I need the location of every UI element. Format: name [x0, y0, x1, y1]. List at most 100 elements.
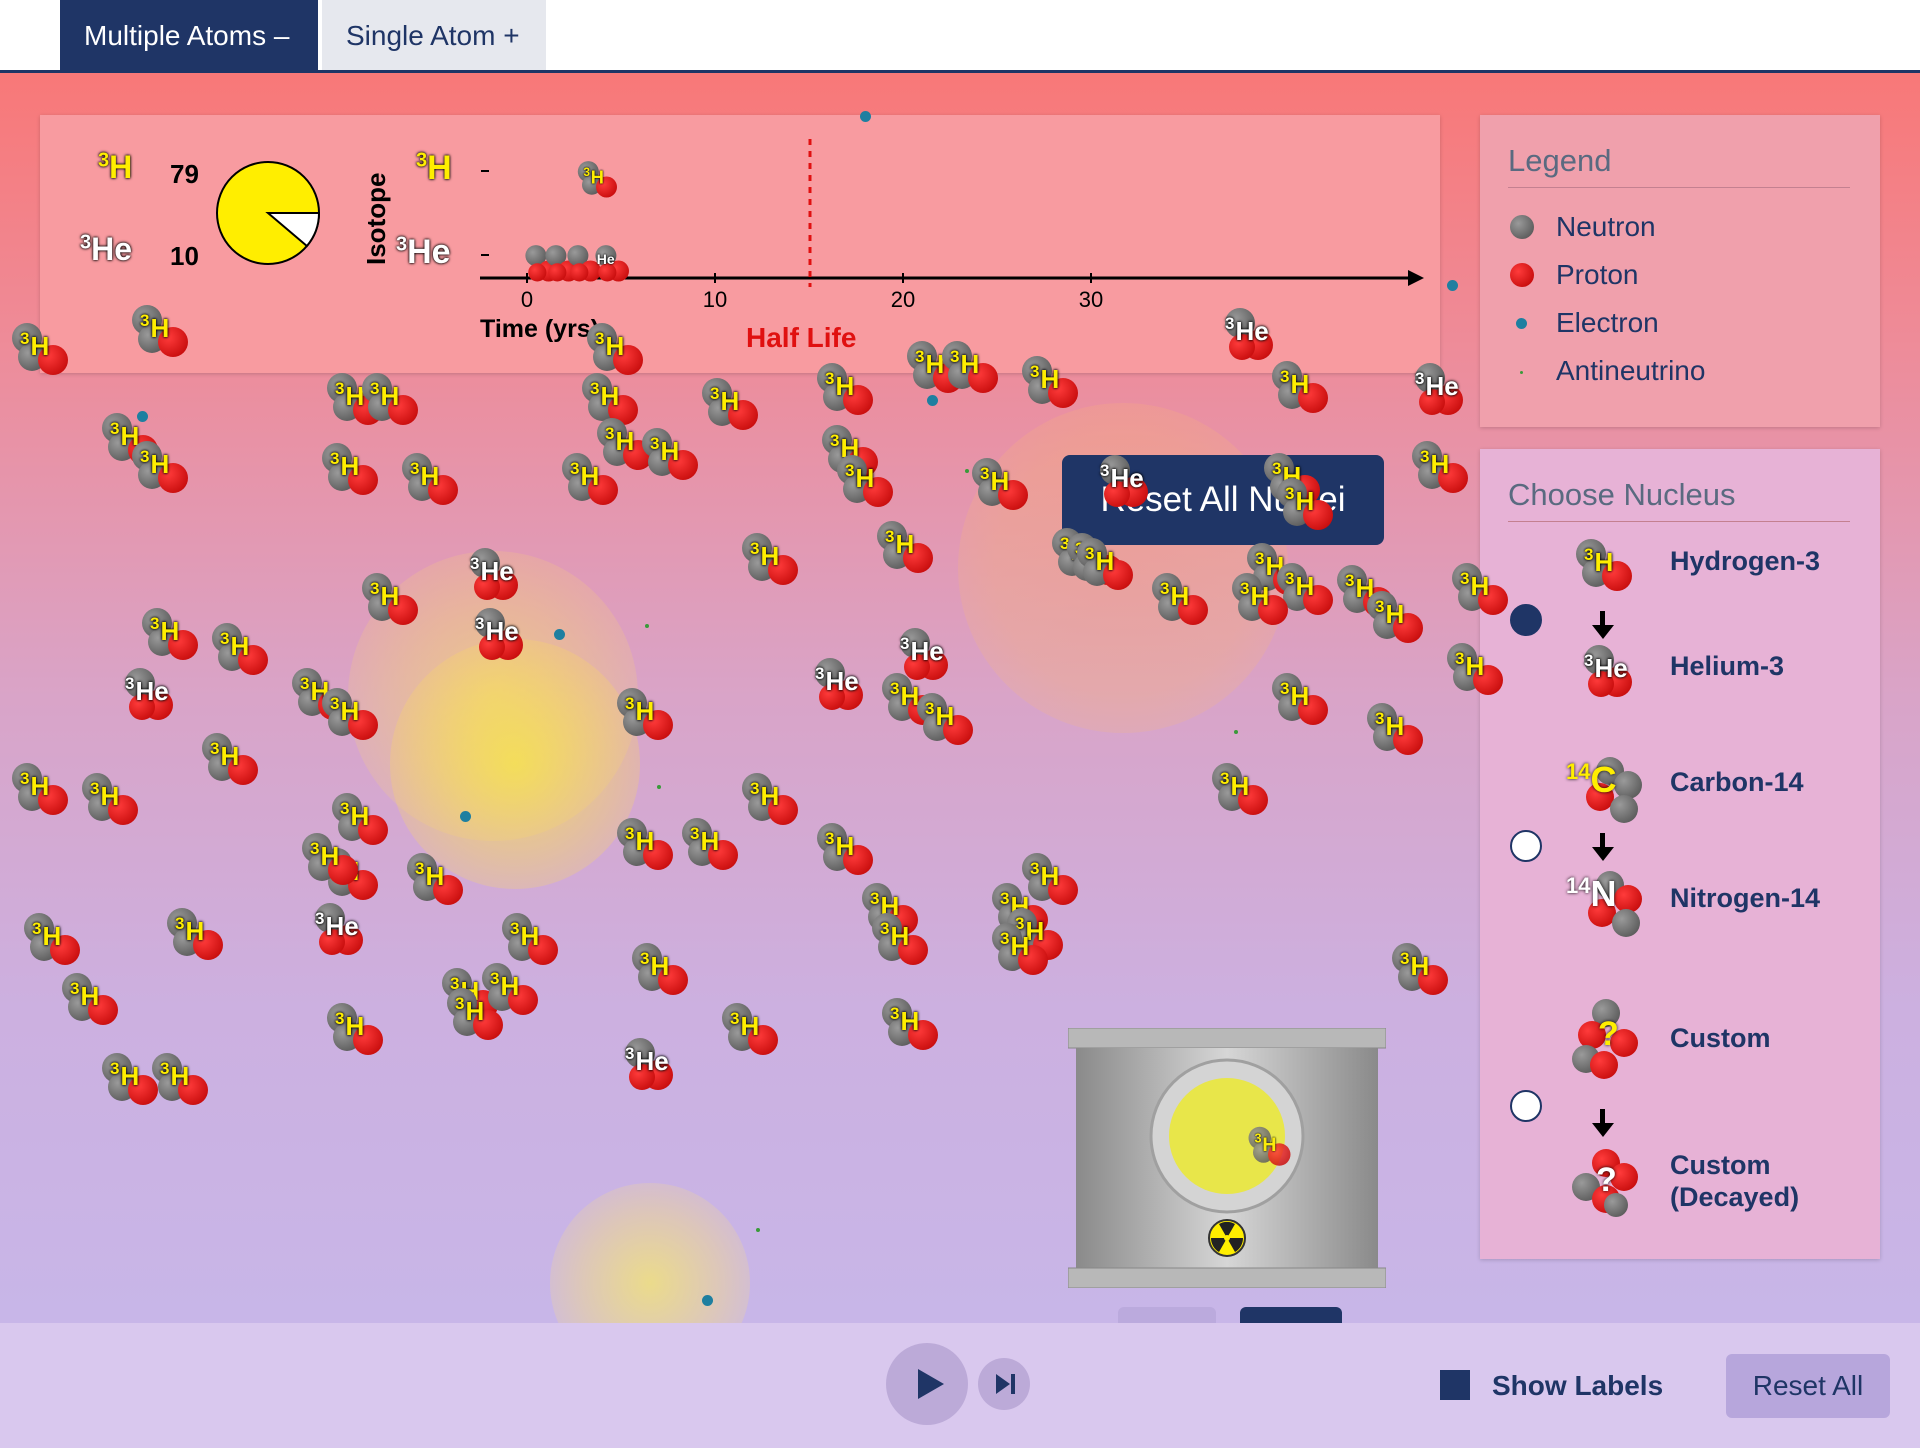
radio-hydrogen3[interactable] [1510, 604, 1542, 636]
hydrogen3-nucleus[interactable]: 3H [1410, 441, 1468, 495]
legend-divider [1508, 187, 1850, 188]
hydrogen3-nucleus[interactable]: 3H [400, 453, 458, 507]
hydrogen3-nucleus[interactable]: 3H [360, 573, 418, 627]
x-tick-label: 30 [1079, 287, 1103, 312]
reset-all-button[interactable]: Reset All [1726, 1354, 1890, 1418]
hydrogen3-nucleus[interactable]: 3H [140, 608, 198, 662]
choose-nucleus-panel: Choose Nucleus 3H Hydrogen-3 3He Helium-… [1480, 449, 1880, 1259]
chart-he3-nucleus: He [588, 245, 629, 283]
helium3-nucleus[interactable]: 3He [890, 628, 948, 682]
hydrogen3-nucleus[interactable]: 3H [1020, 356, 1078, 410]
hydrogen3-nucleus[interactable]: 3H [915, 693, 973, 747]
carbon14-nucleus-icon: 14C [1566, 755, 1646, 825]
hydrogen3-nucleus[interactable]: 3H [1210, 763, 1268, 817]
hydrogen3-nucleus[interactable]: 3H [880, 998, 938, 1052]
helium3-nucleus[interactable]: 3He [805, 658, 863, 712]
hydrogen3-nucleus[interactable]: 3H [700, 378, 758, 432]
hydrogen3-nucleus[interactable]: 3H [300, 833, 358, 887]
hydrogen3-nucleus[interactable]: 3H [1275, 478, 1333, 532]
tab-multiple-atoms[interactable]: Multiple Atoms – [60, 0, 318, 70]
y-label-he3: 3He [396, 233, 451, 271]
hydrogen3-nucleus[interactable]: 3H [320, 688, 378, 742]
step-forward-button[interactable] [978, 1358, 1030, 1410]
hydrogen3-nucleus[interactable]: 3H [680, 818, 738, 872]
hydrogen3-nucleus[interactable]: 3H [640, 428, 698, 482]
hydrogen3-nucleus[interactable]: 3H [60, 973, 118, 1027]
hydrogen3-nucleus[interactable]: 3H [320, 443, 378, 497]
hydrogen3-nucleus[interactable]: 3H [630, 943, 688, 997]
helium3-nucleus[interactable]: 3He [1215, 308, 1273, 362]
custom-label: Custom [1670, 1023, 1771, 1053]
nitrogen14-nucleus-icon: 14N [1566, 869, 1646, 939]
hydrogen3-nucleus[interactable]: 3H [1445, 643, 1503, 697]
hydrogen3-nucleus[interactable]: 3H [165, 908, 223, 962]
hydrogen3-nucleus[interactable]: 3H [990, 923, 1048, 977]
hydrogen3-nucleus[interactable]: 3H [325, 1003, 383, 1057]
helium3-nucleus[interactable]: 3He [305, 903, 363, 957]
hydrogen3-nucleus[interactable]: 3H [1075, 538, 1133, 592]
hydrogen3-nucleus[interactable]: 3H [740, 773, 798, 827]
hydrogen3-nucleus[interactable]: 3H [1230, 573, 1288, 627]
play-button[interactable] [886, 1343, 968, 1425]
hydrogen3-nucleus[interactable]: 3H [130, 441, 188, 495]
hydrogen3-nucleus[interactable]: 3H [210, 623, 268, 677]
electron [702, 1295, 713, 1306]
show-labels-checkbox[interactable] [1440, 1370, 1470, 1400]
hydrogen3-nucleus[interactable]: 3H [1450, 563, 1508, 617]
electron [137, 411, 148, 422]
legend-title: Legend [1508, 143, 1612, 178]
helium3-nucleus[interactable]: 3He [615, 1038, 673, 1092]
hydrogen3-nucleus[interactable]: 3H [740, 533, 798, 587]
hydrogen3-nucleus[interactable]: 3H [1365, 591, 1423, 645]
nucleus-bucket[interactable]: 3H [1067, 1027, 1387, 1289]
helium3-nucleus[interactable]: 3He [115, 668, 173, 722]
hydrogen3-nucleus[interactable]: 3H [200, 733, 258, 787]
hydrogen3-nucleus[interactable]: 3H [405, 853, 463, 907]
hydrogen3-nucleus[interactable]: 3H [940, 341, 998, 395]
hydrogen3-nucleus[interactable]: 3H [720, 1003, 778, 1057]
hydrogen3-nucleus[interactable]: 3H [100, 1053, 158, 1107]
hydrogen3-nucleus[interactable]: 3H [1270, 673, 1328, 727]
hydrogen3-nucleus[interactable]: 3H [360, 373, 418, 427]
decay-glow [550, 1183, 750, 1323]
hydrogen3-nucleus[interactable]: 3H [480, 963, 538, 1017]
hydrogen3-nucleus[interactable]: 3H [1365, 703, 1423, 757]
hydrogen3-nucleus[interactable]: 3H [970, 458, 1028, 512]
helium3-nucleus[interactable]: 3He [465, 608, 523, 662]
hydrogen3-nucleus[interactable]: 3H [10, 323, 68, 377]
helium3-nucleus[interactable]: 3He [460, 548, 518, 602]
helium3-nucleus[interactable]: 3He [1405, 363, 1463, 417]
hydrogen3-nucleus[interactable]: 3H [815, 363, 873, 417]
hydrogen3-nucleus[interactable]: 3H [150, 1053, 208, 1107]
hydrogen3-nucleus[interactable]: 3H [1270, 361, 1328, 415]
radio-custom[interactable] [1510, 1090, 1542, 1122]
hydrogen3-nucleus[interactable]: 3H [22, 913, 80, 967]
hydrogen3-nucleus[interactable]: 3H [80, 773, 138, 827]
hydrogen3-nucleus[interactable]: 3H [130, 305, 188, 359]
hydrogen3-nucleus[interactable]: 3H [1390, 943, 1448, 997]
radio-carbon14[interactable] [1510, 830, 1542, 862]
hydrogen3-nucleus[interactable]: 3H [615, 688, 673, 742]
hydrogen3-nucleus[interactable]: 3H [815, 823, 873, 877]
bucket-nucleus: 3H [1247, 1126, 1291, 1168]
remove-10-button[interactable]: - 10 [1118, 1307, 1216, 1323]
hydrogen3-nucleus[interactable]: 3H [615, 818, 673, 872]
hydrogen3-nucleus[interactable]: 3H [585, 323, 643, 377]
hydrogen3-nucleus[interactable]: 3H [835, 455, 893, 509]
carbon14-label: Carbon-14 [1670, 767, 1804, 797]
hydrogen3-nucleus[interactable]: 3H [875, 521, 933, 575]
hydrogen3-nucleus[interactable]: 3H [10, 763, 68, 817]
pie-chart [216, 161, 321, 265]
hydrogen3-nucleus[interactable]: 3H [1150, 573, 1208, 627]
h3-count: 79 [170, 159, 199, 189]
add-10-button[interactable]: + 10 [1240, 1307, 1342, 1323]
hydrogen3-nucleus[interactable]: 3H [560, 453, 618, 507]
arrow-down-icon [1592, 1123, 1614, 1137]
helium3-nucleus[interactable]: 3He [1090, 455, 1148, 509]
hydrogen3-nucleus[interactable]: 3H [870, 913, 928, 967]
x-tick-label: 20 [891, 287, 915, 312]
tab-single-atom[interactable]: Single Atom + [322, 0, 546, 70]
play-icon [918, 1369, 944, 1399]
antineutrino [1234, 730, 1238, 734]
hydrogen3-nucleus[interactable]: 3H [500, 913, 558, 967]
